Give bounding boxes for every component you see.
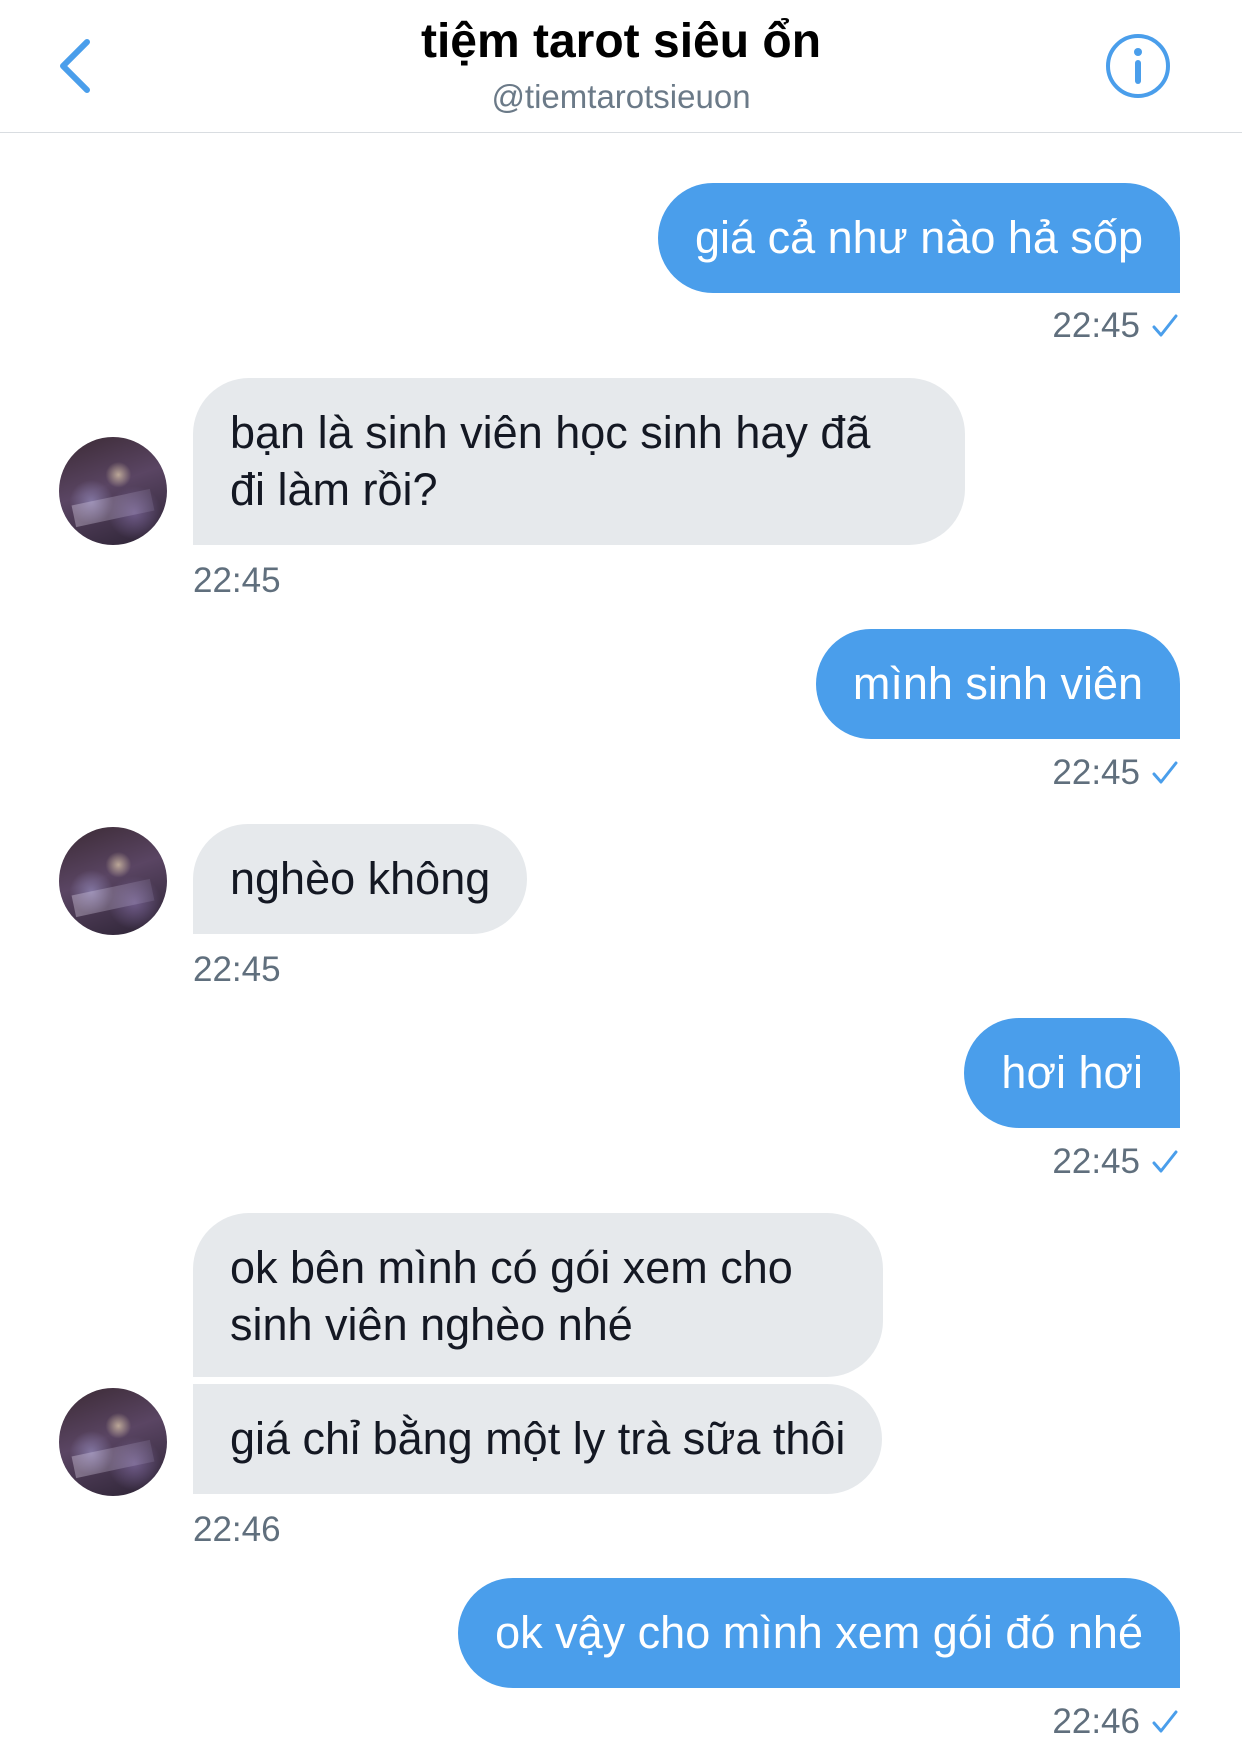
read-check-icon (1152, 1710, 1178, 1733)
read-check-icon (1152, 761, 1178, 784)
message-line: ok bên mình có gói xem cho (230, 1242, 793, 1293)
sender-avatar[interactable] (59, 827, 167, 935)
message-meta: 22:46 (1052, 1702, 1180, 1742)
read-check-icon (1152, 314, 1178, 337)
incoming-message[interactable]: ok bên mình có gói xem cho sinh viên ngh… (193, 1213, 883, 1377)
message-time: 22:45 (1052, 1142, 1140, 1181)
conversation-header: tiệm tarot siêu ổn @tiemtarotsieuon (0, 0, 1242, 133)
incoming-message[interactable]: nghèo không (193, 824, 528, 934)
message-line: bạn là sinh viên học sinh hay đã (230, 407, 871, 458)
message-text: ok vậy cho mình xem gói đó nhé (495, 1607, 1143, 1658)
outgoing-message[interactable]: giá cả như nào hả sốp (658, 183, 1180, 293)
message-text: giá cả như nào hả sốp (695, 212, 1143, 263)
outgoing-message[interactable]: mình sinh viên (815, 629, 1180, 739)
message-meta: 22:45 (1052, 753, 1180, 793)
conversation-title[interactable]: tiệm tarot siêu ổn (0, 14, 1242, 69)
sender-avatar[interactable] (59, 1388, 167, 1496)
read-check-icon (1152, 1150, 1178, 1173)
message-text: hơi hơi (1001, 1047, 1143, 1098)
incoming-message[interactable]: giá chỉ bằng một ly trà sữa thôi (193, 1384, 883, 1494)
message-time: 22:45 (193, 950, 281, 989)
message-text: nghèo không (230, 853, 491, 904)
info-icon (1106, 34, 1170, 98)
message-time: 22:45 (193, 561, 281, 600)
message-time: 22:45 (1052, 306, 1140, 345)
message-meta: 22:45 (1052, 306, 1180, 346)
message-line: sinh viên nghèo nhé (230, 1299, 633, 1350)
dm-conversation-screen: tiệm tarot siêu ổn @tiemtarotsieuon giá … (0, 0, 1242, 1758)
info-button[interactable] (1104, 32, 1172, 100)
message-line: đi làm rồi? (230, 464, 438, 515)
sender-avatar[interactable] (59, 437, 167, 545)
message-time: 22:46 (193, 1510, 281, 1549)
message-time: 22:45 (1052, 753, 1140, 792)
conversation-handle: @tiemtarotsieuon (491, 78, 751, 115)
message-text: mình sinh viên (852, 658, 1143, 709)
message-text: giá chỉ bằng một ly trà sữa thôi (230, 1413, 846, 1464)
outgoing-message[interactable]: ok vậy cho mình xem gói đó nhé (458, 1578, 1180, 1688)
message-meta: 22:45 (1052, 1142, 1180, 1182)
message-time: 22:46 (1052, 1702, 1140, 1741)
incoming-message[interactable]: bạn là sinh viên học sinh hay đã đi làm … (193, 378, 965, 545)
outgoing-message[interactable]: hơi hơi (964, 1018, 1180, 1128)
